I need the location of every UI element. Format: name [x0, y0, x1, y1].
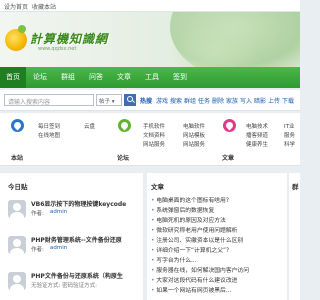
- service-link[interactable]: 电脑技术: [246, 122, 268, 130]
- post-title[interactable]: PHP文件备份与还原系统（构原生: [31, 271, 123, 280]
- article-link[interactable]: 微软研究称老用户使用问题解析: [151, 225, 237, 234]
- nav-qa[interactable]: 问答: [83, 67, 109, 88]
- site-logo-text[interactable]: 計算機知識網: [30, 30, 108, 47]
- author-link[interactable]: admin: [50, 245, 67, 251]
- article-link[interactable]: 电脑死机的原因及对应方法: [151, 215, 226, 224]
- hot-search-label: 热搜: [140, 98, 153, 105]
- location-pin-icon: [223, 119, 236, 132]
- bookmark-link[interactable]: 收藏本站: [32, 2, 56, 11]
- post-card[interactable]: PHP财务管理系统--文件备份还原 作者: admin: [8, 235, 138, 263]
- nav-checkin[interactable]: 签到: [167, 67, 193, 88]
- service-directory: 本站 每日签到 在线地图 云盘 论坛 手机软件 文档资料 网站服务 电脑软件 网…: [0, 113, 300, 166]
- avatar[interactable]: [8, 272, 26, 290]
- author-label: 作者:: [31, 211, 44, 217]
- service-link[interactable]: 网站模板: [183, 131, 205, 139]
- search-button[interactable]: [124, 94, 136, 106]
- hot-word[interactable]: 上传: [268, 96, 280, 105]
- hot-word[interactable]: 家族: [226, 96, 238, 105]
- service-link[interactable]: 网站服务: [143, 140, 165, 148]
- service-title-site[interactable]: 本站: [11, 153, 23, 162]
- today-posts-panel: 今日贴 VB6显示按下的物理按键keycode 作者: admin PHP财务管…: [0, 173, 143, 300]
- avatar[interactable]: [8, 236, 26, 254]
- hot-word[interactable]: 搜索: [170, 96, 182, 105]
- author-link[interactable]: admin: [50, 209, 67, 215]
- hot-word[interactable]: 任务: [198, 96, 210, 105]
- panel-title: 文章: [151, 183, 164, 191]
- search-scope-select[interactable]: 帖子 ▾: [96, 94, 122, 106]
- search-scope-value: 帖子: [99, 99, 111, 105]
- nav-forum[interactable]: 论坛: [27, 67, 53, 88]
- hot-word[interactable]: 群组: [184, 96, 196, 105]
- service-link[interactable]: 云盘: [84, 122, 95, 130]
- nav-home[interactable]: 首页: [0, 67, 26, 88]
- service-link[interactable]: 服务: [284, 131, 295, 139]
- service-title-forum[interactable]: 论坛: [117, 153, 129, 162]
- panel-title: 群: [292, 183, 299, 191]
- top-bar: 设为首页 收藏本站: [0, 0, 300, 12]
- article-link[interactable]: 注册公司、实缴资本以是什么区别: [151, 235, 243, 244]
- site-header: 計算機知識網 www.qqdsx.net: [0, 12, 300, 67]
- author-label: 作者:: [31, 247, 44, 253]
- hot-word[interactable]: 下载: [282, 96, 294, 105]
- article-link[interactable]: 服务器在线，如何解决国内客户访问: [151, 265, 249, 274]
- search-input[interactable]: 请输入搜索内容: [4, 94, 94, 106]
- panel-title: 今日贴: [8, 183, 28, 191]
- post-card[interactable]: VB6显示按下的物理按键keycode 作者: admin: [8, 199, 138, 227]
- service-link[interactable]: 播客频道: [246, 131, 268, 139]
- article-link[interactable]: 写字台为什么...: [151, 255, 196, 264]
- nav-tools[interactable]: 工具: [139, 67, 165, 88]
- main-nav: 首页 论坛 群组 问答 文章 工具 签到: [0, 67, 300, 88]
- avatar[interactable]: [8, 200, 26, 218]
- nav-articles[interactable]: 文章: [111, 67, 137, 88]
- groups-panel: 群: [289, 173, 300, 300]
- post-title[interactable]: PHP财务管理系统--文件备份还原: [31, 235, 122, 244]
- post-title[interactable]: VB6显示按下的物理按键keycode: [31, 199, 126, 208]
- site-url: www.qqdsx.net: [38, 46, 77, 52]
- service-link[interactable]: 每日签到: [38, 122, 60, 130]
- nav-groups[interactable]: 群组: [55, 67, 81, 88]
- service-link[interactable]: 手机软件: [143, 122, 165, 130]
- search-bar: 请输入搜索内容 帖子 ▾ 热搜 游戏 搜索 群组 任务 删除 家族 写入 暗影 …: [0, 90, 300, 111]
- hot-word[interactable]: 游戏: [156, 96, 168, 105]
- service-link[interactable]: 网站服务: [183, 140, 205, 148]
- location-pin-icon: [11, 119, 24, 132]
- logo-icon[interactable]: [5, 25, 27, 51]
- service-link[interactable]: 科学: [284, 140, 295, 148]
- set-homepage-link[interactable]: 设为首页: [4, 2, 28, 11]
- article-link[interactable]: 大家对这段代码有什么建议改进: [151, 275, 237, 284]
- service-link[interactable]: 健康养生: [246, 140, 268, 148]
- post-card[interactable]: PHP文件备份与还原系统（构原生 无验证方式: 密码验证方式:: [8, 271, 138, 299]
- hot-word[interactable]: 写入: [240, 96, 252, 105]
- article-link[interactable]: 电脑桌面的这个图标有啥用?: [151, 195, 229, 204]
- article-link[interactable]: 系统弹窗后的数据恢复: [151, 205, 214, 214]
- service-link[interactable]: 电脑软件: [183, 122, 205, 130]
- articles-panel: 文章 电脑桌面的这个图标有啥用? 系统弹窗后的数据恢复 电脑死机的原因及对应方法…: [147, 173, 287, 300]
- hot-word[interactable]: 暗影: [254, 96, 266, 105]
- post-meta: 无验证方式: 密码验证方式:: [31, 283, 97, 289]
- article-link[interactable]: 如果一个网站有网页被黑后...: [151, 285, 231, 294]
- location-pin-icon: [118, 119, 131, 132]
- service-link[interactable]: 在线地图: [38, 131, 60, 139]
- hot-word[interactable]: 删除: [212, 96, 224, 105]
- service-title-articles[interactable]: 文章: [222, 153, 234, 162]
- service-link[interactable]: 文档资料: [143, 131, 165, 139]
- service-link[interactable]: IT业: [284, 122, 294, 130]
- article-link[interactable]: 详细介绍一下“计算机之父”？: [151, 245, 232, 254]
